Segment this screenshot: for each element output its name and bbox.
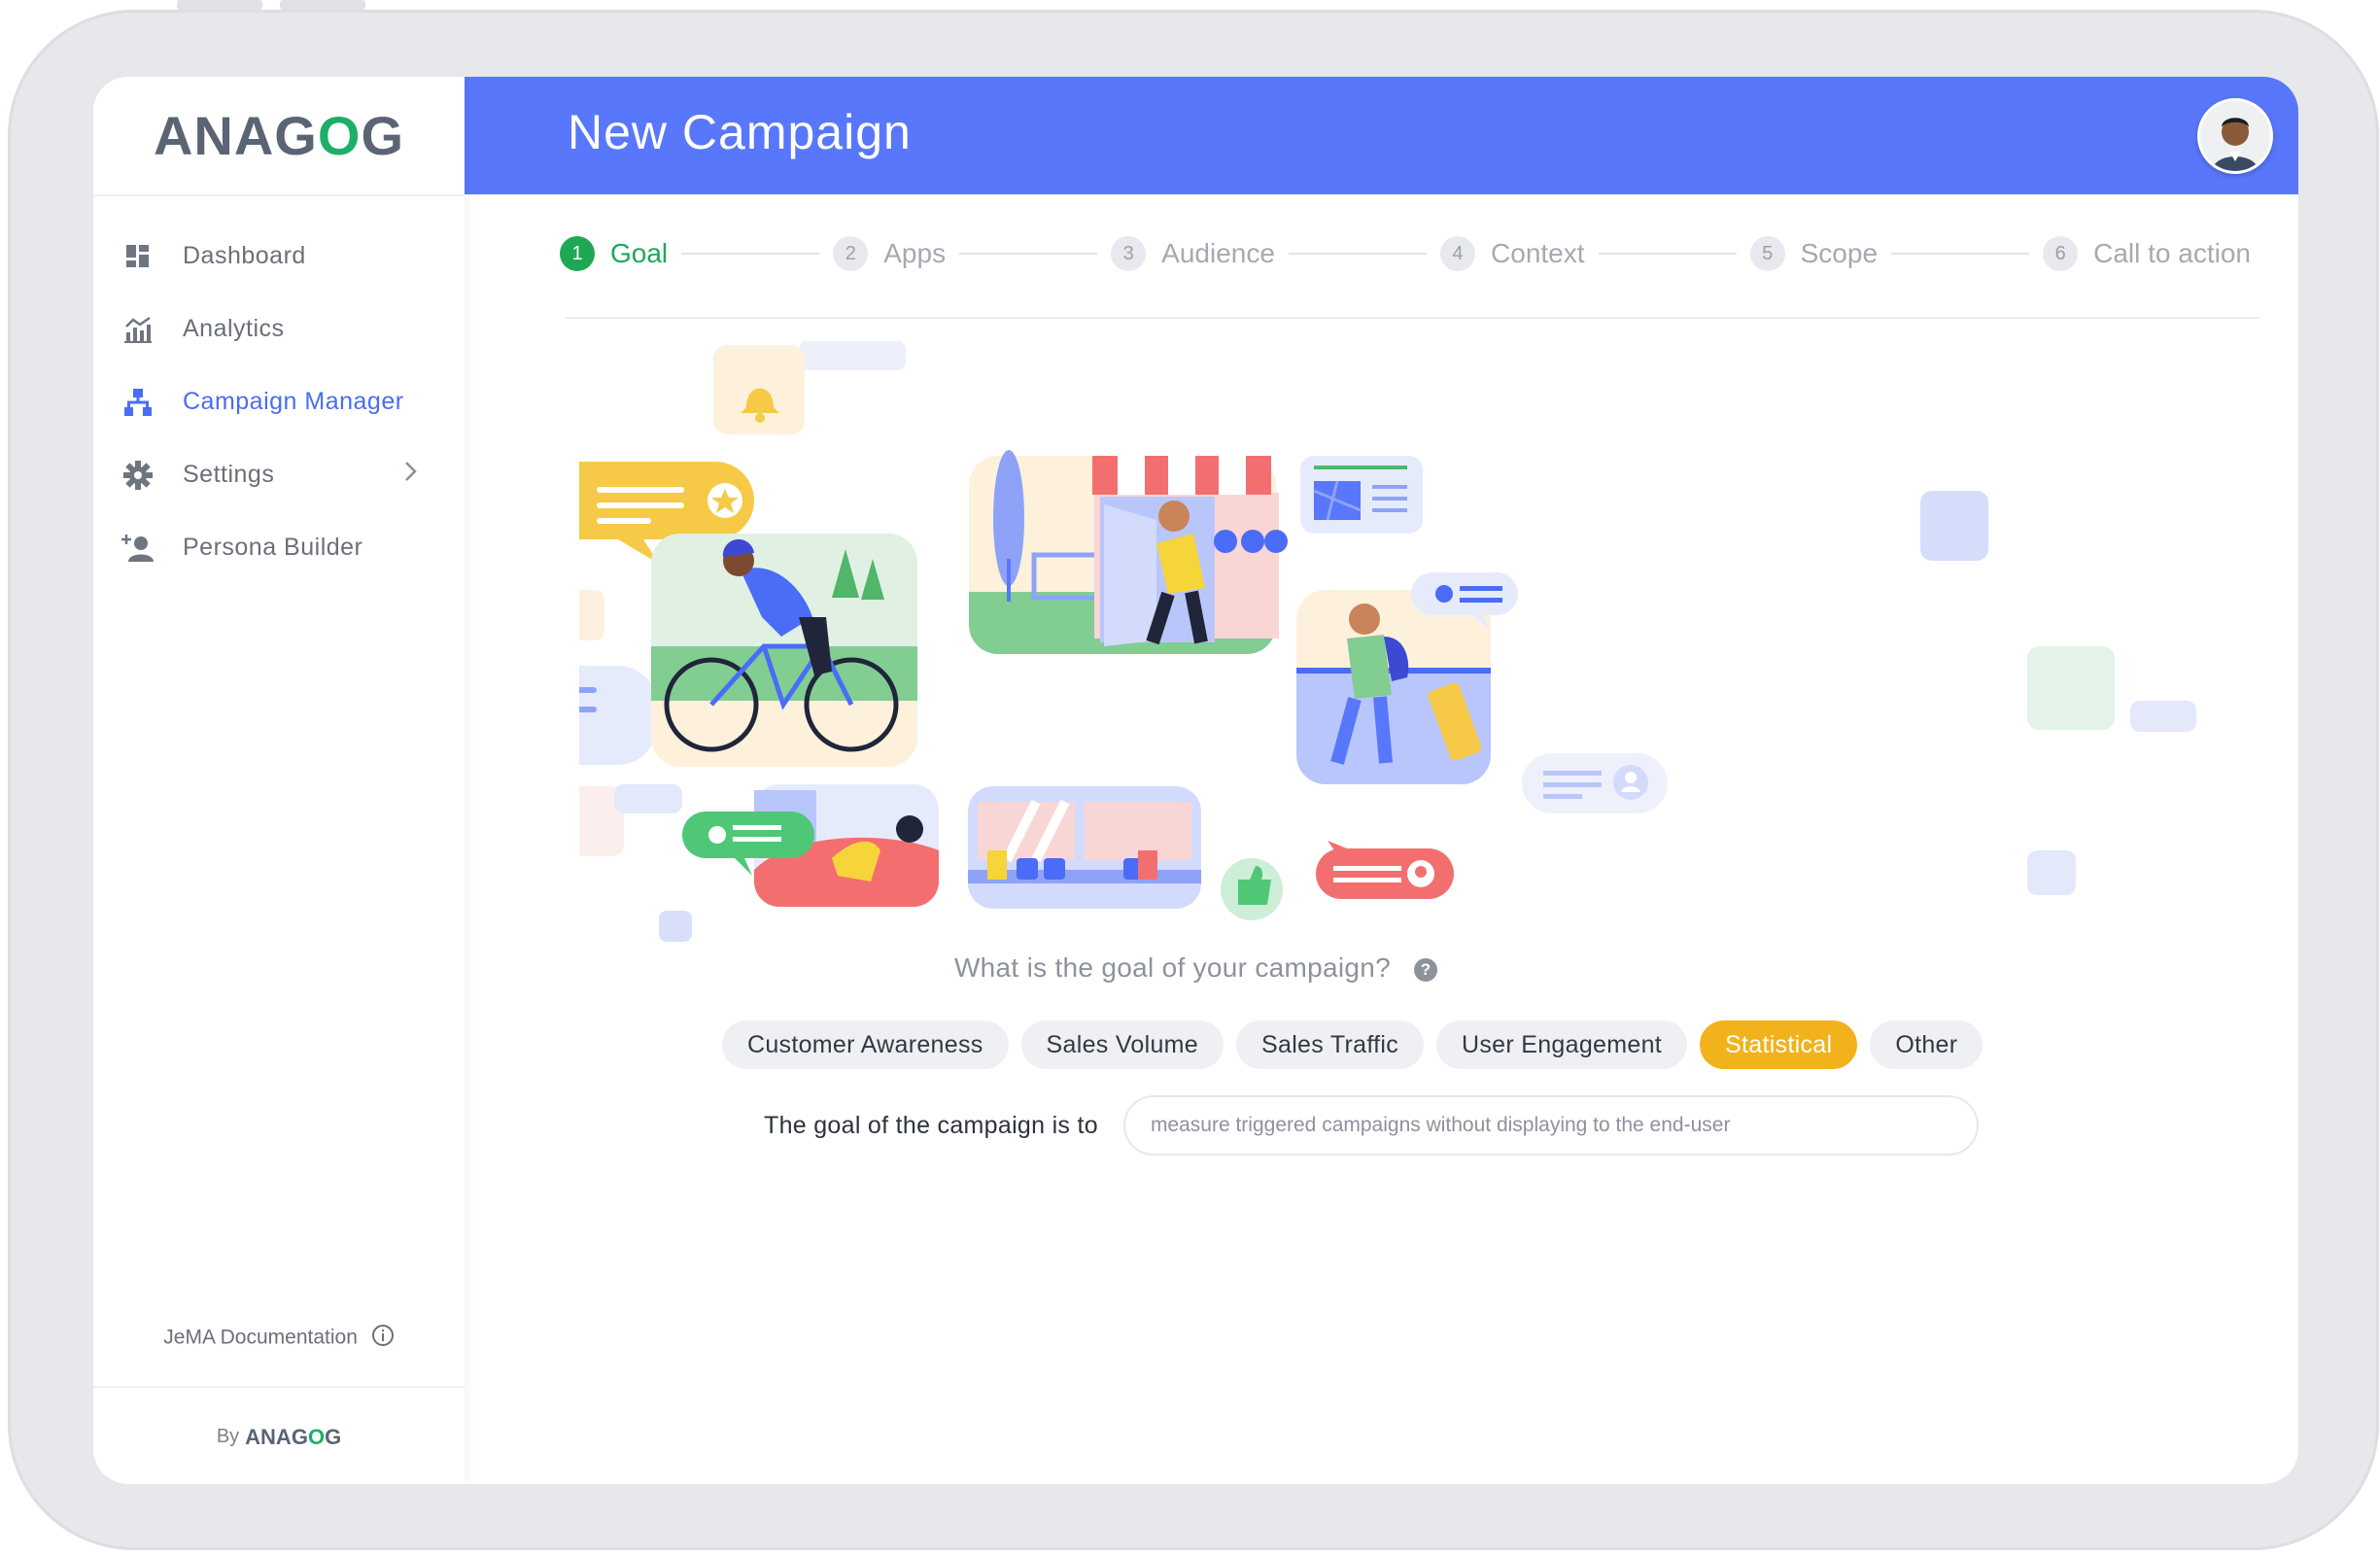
stepper: 1 Goal 2 Apps 3 Audience 4 Context 5 Scope 6C… xyxy=(560,215,2251,293)
goal-chip-sales-traffic[interactable]: Sales Traffic xyxy=(1236,1020,1425,1069)
sidebar-item-settings[interactable]: Settings xyxy=(93,438,465,511)
step-connector xyxy=(681,253,820,255)
step-connector xyxy=(1288,253,1428,255)
sidebar-item-label: Settings xyxy=(183,461,275,488)
goal-description-input[interactable] xyxy=(1122,1095,1979,1156)
sidebar-item-label: Persona Builder xyxy=(183,534,363,561)
goal-chip-user-engagement[interactable]: User Engagement xyxy=(1436,1020,1688,1069)
sidebar: ANAG O G Dashboard Analytics Campaign Mana… xyxy=(93,77,465,1484)
goal-sentence-label: The goal of the campaign is to xyxy=(764,1111,1098,1139)
dashboard-icon xyxy=(121,239,155,274)
step-scope[interactable]: 5 Scope xyxy=(1749,236,1878,271)
avatar[interactable] xyxy=(2197,98,2273,174)
sidebar-item-analytics[interactable]: Analytics xyxy=(93,293,465,365)
analytics-icon xyxy=(121,312,155,347)
goal-chip-statistical[interactable]: Statistical xyxy=(1700,1020,1858,1069)
add-user-icon xyxy=(121,531,155,566)
top-header: New Campaign xyxy=(465,77,2298,194)
help-icon[interactable]: ? xyxy=(1414,957,1438,982)
app-screen: ANAG O G Dashboard Analytics Campaign Mana… xyxy=(93,77,2298,1484)
hierarchy-icon xyxy=(121,385,155,420)
sidebar-item-label: Analytics xyxy=(183,315,285,342)
footer-brand: By ANAGOG xyxy=(93,1386,465,1484)
sidebar-item-campaign-manager[interactable]: Campaign Manager xyxy=(93,365,465,438)
step-connector xyxy=(1891,253,2030,255)
sidebar-item-label: Campaign Manager xyxy=(183,388,404,415)
sidebar-item-label: Dashboard xyxy=(183,242,306,269)
step-goal[interactable]: 1 Goal xyxy=(560,236,668,271)
brand-logo[interactable]: ANAG O G xyxy=(93,77,465,196)
hardware-button xyxy=(280,0,365,10)
campaign-illustration xyxy=(579,341,2196,942)
goal-chip-customer-awareness[interactable]: Customer Awareness xyxy=(722,1020,1009,1069)
goal-sentence-row: The goal of the campaign is to xyxy=(764,1095,1979,1156)
step-context[interactable]: 4 Context xyxy=(1440,236,1585,271)
step-apps[interactable]: 2 Apps xyxy=(833,236,946,271)
step-connector xyxy=(959,253,1098,255)
sidebar-item-persona-builder[interactable]: Persona Builder xyxy=(93,511,465,584)
step-audience[interactable]: 3 Audience xyxy=(1111,236,1275,271)
goal-options: Customer Awareness Sales Volume Sales Tr… xyxy=(722,1020,1983,1069)
step-connector xyxy=(1598,253,1737,255)
sidebar-item-dashboard[interactable]: Dashboard xyxy=(93,220,465,293)
hardware-button xyxy=(177,0,262,10)
page-title: New Campaign xyxy=(568,105,912,159)
documentation-link[interactable]: JeMA Documentation xyxy=(93,1324,465,1353)
chevron-right-icon[interactable] xyxy=(402,460,418,490)
divider xyxy=(566,317,2260,319)
info-icon xyxy=(371,1324,395,1353)
gear-icon xyxy=(121,458,155,493)
goal-chip-other[interactable]: Other xyxy=(1870,1020,1983,1069)
goal-chip-sales-volume[interactable]: Sales Volume xyxy=(1020,1020,1224,1069)
step-call-to-action[interactable]: 6 Call to action xyxy=(2043,236,2251,271)
sidebar-nav: Dashboard Analytics Campaign Manager Set… xyxy=(93,220,465,584)
